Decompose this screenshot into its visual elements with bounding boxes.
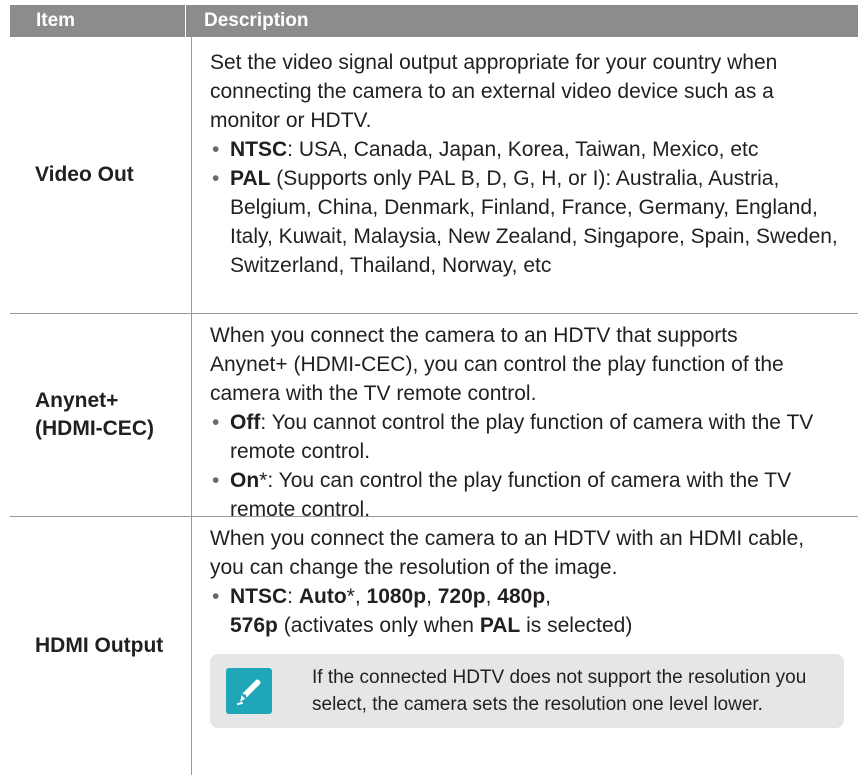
- bullet-list: Off: You cannot control the play functio…: [210, 408, 858, 524]
- desc-intro: Set the video signal output appropriate …: [210, 51, 778, 132]
- list-item: Off: You cannot control the play functio…: [210, 408, 858, 466]
- desc-video-out: Set the video signal output appropriate …: [192, 37, 858, 313]
- item-video-out: Video Out: [10, 37, 192, 313]
- table-row-hdmi-output: HDMI Output When you connect the camera …: [10, 517, 858, 775]
- pen-note-icon: [226, 668, 272, 714]
- table-row-anynet: Anynet+ (HDMI-CEC) When you connect the …: [10, 314, 858, 521]
- table-header: Item Description: [10, 5, 858, 37]
- desc-anynet: When you connect the camera to an HDTV t…: [192, 314, 858, 521]
- item-label: Anynet+ (HDMI-CEC): [35, 389, 154, 440]
- desc-intro: When you connect the camera to an HDTV t…: [210, 324, 784, 405]
- settings-table: Item Description Video Out Set the video…: [10, 5, 858, 775]
- desc-intro: When you connect the camera to an HDTV w…: [210, 527, 805, 579]
- header-item: Item: [36, 10, 76, 31]
- note-text: If the connected HDTV does not support t…: [312, 667, 807, 715]
- item-label: HDMI Output: [35, 634, 164, 657]
- list-item: NTSC: Auto*, 1080p, 720p, 480p, 576p (ac…: [210, 582, 858, 640]
- list-item: On*: You can control the play function o…: [210, 466, 858, 524]
- header-description: Description: [185, 5, 858, 37]
- table-row-video-out: Video Out Set the video signal output ap…: [10, 37, 858, 314]
- item-label: Video Out: [35, 163, 134, 186]
- desc-hdmi-output: When you connect the camera to an HDTV w…: [192, 517, 858, 775]
- item-hdmi-output: HDMI Output: [10, 517, 192, 775]
- list-item: PAL (Supports only PAL B, D, G, H, or I)…: [210, 164, 858, 280]
- item-anynet: Anynet+ (HDMI-CEC): [10, 314, 192, 516]
- bullet-list: NTSC: Auto*, 1080p, 720p, 480p, 576p (ac…: [210, 582, 858, 640]
- list-item: NTSC: USA, Canada, Japan, Korea, Taiwan,…: [210, 135, 858, 164]
- bullet-list: NTSC: USA, Canada, Japan, Korea, Taiwan,…: [210, 135, 858, 280]
- note-box: If the connected HDTV does not support t…: [210, 654, 844, 728]
